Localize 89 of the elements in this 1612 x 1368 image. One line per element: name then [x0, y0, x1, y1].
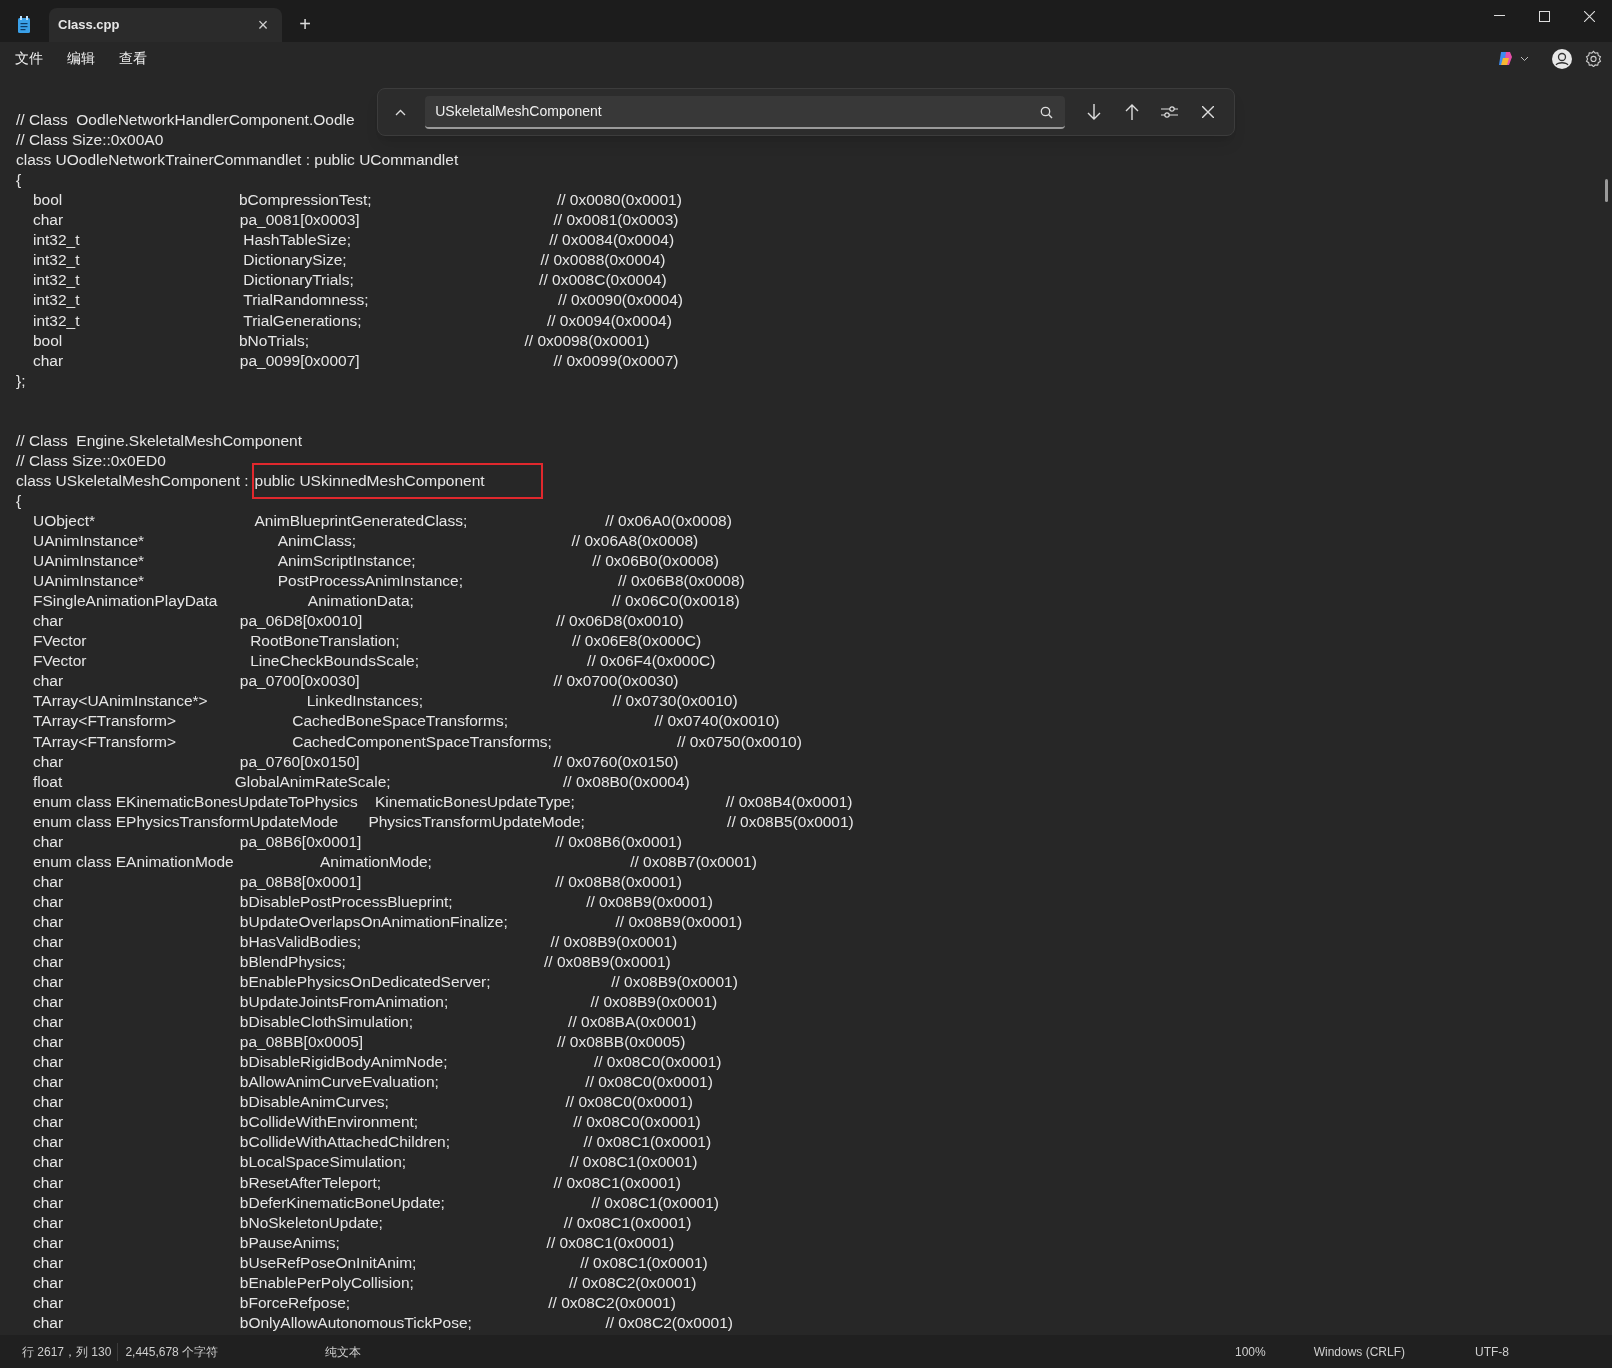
- character-count: 2,445,678 个字符: [117, 1342, 219, 1361]
- find-field[interactable]: USkeletalMeshComponent: [425, 95, 1066, 129]
- account-icon[interactable]: [1551, 47, 1573, 70]
- code-line: class USkeletalMeshComponent :: [16, 470, 249, 491]
- code-line: char pa_08BB[0x0005] // 0x08BB(0x0005): [33, 1032, 686, 1053]
- settings-icon[interactable]: [1585, 50, 1602, 67]
- close-icon: [1201, 106, 1214, 118]
- code-line: char bUpdateJointsFromAnimation; // 0x08B9(0x0001): [33, 992, 718, 1013]
- code-line: float GlobalAnimRateScale; // 0x08B0(0x0004): [33, 771, 690, 792]
- close-icon: [1584, 10, 1595, 22]
- line-ending: Windows (CRLF): [1312, 1343, 1405, 1361]
- code-line: int32_t DictionaryTrials; // 0x008C(0x0004): [33, 270, 667, 291]
- code-line: char pa_08B8[0x0001] // 0x08B8(0x0001): [33, 871, 682, 892]
- code-line: TArray<FTransform> CachedComponentSpaceTransforms; // 0x0750(0x0010): [33, 731, 802, 752]
- code-line: char pa_0760[0x0150] // 0x0760(0x0150): [33, 751, 679, 772]
- code-line: int32_t DictionarySize; // 0x0088(0x0004): [33, 250, 666, 271]
- code-line: char bDisableClothSimulation; // 0x08BA(0x0001): [33, 1012, 697, 1033]
- encoding: UTF-8: [1475, 1343, 1509, 1361]
- chevron-down-icon: [1520, 55, 1529, 62]
- arrow-down-icon: [1086, 104, 1101, 120]
- code-line: char bLocalSpaceSimulation; // 0x08C1(0x0001): [33, 1152, 698, 1173]
- highlight-box: public USkinnedMeshComponent: [251, 462, 543, 499]
- code-line: char bEnablePhysicsOnDedicatedServer; // 0x08B9(0x0001): [33, 972, 738, 993]
- code-line: char bForceRefpose; // 0x08C2(0x0001): [33, 1292, 676, 1313]
- code-line: {: [16, 170, 22, 191]
- new-tab-button[interactable]: +: [290, 10, 320, 38]
- search-icon[interactable]: [1040, 105, 1054, 119]
- code-line: char pa_08B6[0x0001] // 0x08B6(0x0001): [33, 831, 682, 852]
- code-line: enum class EKinematicBonesUpdateToPhysics KinematicBonesUpdateType; // 0x08B4(0x0001): [33, 791, 853, 812]
- chevron-up-icon: [395, 108, 407, 116]
- code-line: char pa_0700[0x0030] // 0x0700(0x0030): [33, 671, 679, 692]
- sliders-icon: [1161, 105, 1179, 119]
- code-line: };: [16, 370, 26, 391]
- code-line: class UOodleNetworkTrainerCommandlet : public UCommandlet: [16, 150, 459, 171]
- code-line: char bDeferKinematicBoneUpdate; // 0x08C1(0x0001): [33, 1192, 719, 1213]
- code-line: bool bNoTrials; // 0x0098(0x0001): [33, 330, 650, 351]
- code-line: char bPauseAnims; // 0x08C1(0x0001): [33, 1232, 675, 1253]
- code-line: char bAllowAnimCurveEvaluation; // 0x08C0(0x0001): [33, 1072, 713, 1093]
- code-line: char pa_0099[0x0007] // 0x0099(0x0007): [33, 350, 679, 371]
- copilot-icon: [1497, 50, 1514, 67]
- code-line: char bDisablePostProcessBlueprint; // 0x08B9(0x0001): [33, 891, 713, 912]
- code-line: char bBlendPhysics; // 0x08B9(0x0001): [33, 952, 671, 972]
- code-line: UAnimInstance* PostProcessAnimInstance; // 0x06B8(0x0008): [33, 571, 745, 592]
- code-line: // Class Size::0x00A0: [16, 130, 164, 151]
- code-line: int32_t TrialRandomness; // 0x0090(0x0004): [33, 290, 684, 311]
- code-line: TArray<UAnimInstance*> LinkedInstances; // 0x0730(0x0010): [33, 691, 738, 712]
- menu-item[interactable]: 查看: [109, 44, 157, 73]
- code-line: char bNoSkeletonUpdate; // 0x08C1(0x0001): [33, 1212, 692, 1233]
- menu-item[interactable]: 文件: [5, 44, 53, 73]
- notepad-icon: [17, 16, 31, 33]
- code-line: char bEnablePerPolyCollision; // 0x08C2(0x0001): [33, 1272, 697, 1293]
- code-line: FSingleAnimationPlayData AnimationData; // 0x06C0(0x0018): [33, 591, 740, 612]
- arrow-up-icon: [1124, 104, 1139, 120]
- code-line: // Class Size::0x0ED0: [16, 450, 166, 471]
- code-line: char bUseRefPoseOnInitAnim; // 0x08C1(0x0001): [33, 1252, 708, 1273]
- file-format: 纯文本: [325, 1343, 362, 1361]
- code-line: int32_t HashTableSize; // 0x0084(0x0004): [33, 230, 675, 251]
- code-line: char pa_0081[0x0003] // 0x0081(0x0003): [33, 210, 679, 231]
- code-line: bool bCompressionTest; // 0x0080(0x0001): [33, 190, 682, 211]
- code-line: UObject* AnimBlueprintGeneratedClass; // 0x06A0(0x0008): [33, 511, 732, 531]
- code-line: char bUpdateOverlapsOnAnimationFinalize; // 0x08B9(0x0001): [33, 911, 743, 932]
- code-line: UAnimInstance* AnimClass; // 0x06A8(0x0008): [33, 531, 699, 552]
- code-line: FVector LineCheckBoundsScale; // 0x06F4(0x000C): [33, 651, 716, 672]
- code-line: char bDisableAnimCurves; // 0x08C0(0x0001): [33, 1092, 694, 1113]
- code-line: char bDisableRigidBodyAnimNode; // 0x08C0(0x0001): [33, 1052, 722, 1073]
- zoom-level: 100%: [1234, 1343, 1266, 1361]
- menu-item[interactable]: 编辑: [57, 44, 105, 73]
- code-line: UAnimInstance* AnimScriptInstance; // 0x06B0(0x0008): [33, 551, 719, 572]
- code-line: char bResetAfterTeleport; // 0x08C1(0x0001): [33, 1172, 681, 1193]
- code-line: {: [16, 490, 22, 511]
- code-line: int32_t TrialGenerations; // 0x0094(0x0004): [33, 310, 672, 331]
- code-line: char bCollideWithAttachedChildren; // 0x08C1(0x0001): [33, 1132, 712, 1153]
- code-line: char bHasValidBodies; // 0x08B9(0x0001): [33, 931, 678, 952]
- code-line: // Class Engine.SkeletalMeshComponent: [16, 430, 303, 451]
- minimize-icon: [1494, 15, 1505, 17]
- file-tab[interactable]: Class.cpp ×: [49, 8, 282, 42]
- close-tab-button[interactable]: ×: [252, 14, 274, 36]
- tab-title: Class.cpp: [58, 16, 120, 35]
- code-line: enum class EPhysicsTransformUpdateMode PhysicsTransformUpdateMode; // 0x08B5(0x0001): [33, 811, 854, 832]
- maximize-icon: [1539, 10, 1550, 22]
- code-line: char bOnlyAllowAutonomousTickPose; // 0x08C2(0x0001): [33, 1312, 733, 1333]
- cursor-position: 行 2617，列 130: [22, 1343, 112, 1361]
- code-line: char bCollideWithEnvironment; // 0x08C0(0x0001): [33, 1112, 701, 1133]
- scrollbar-thumb[interactable]: [1605, 179, 1608, 202]
- code-line: TArray<FTransform> CachedBoneSpaceTransforms; // 0x0740(0x0010): [33, 711, 780, 732]
- code-line: char pa_06D8[0x0010] // 0x06D8(0x0010): [33, 611, 684, 632]
- code-line: // Class OodleNetworkHandlerComponent.Oodle: [16, 110, 355, 131]
- code-line: enum class EAnimationMode AnimationMode; // 0x08B7(0x0001): [33, 851, 757, 872]
- code-line: FVector RootBoneTranslation; // 0x06E8(0x000C): [33, 631, 702, 652]
